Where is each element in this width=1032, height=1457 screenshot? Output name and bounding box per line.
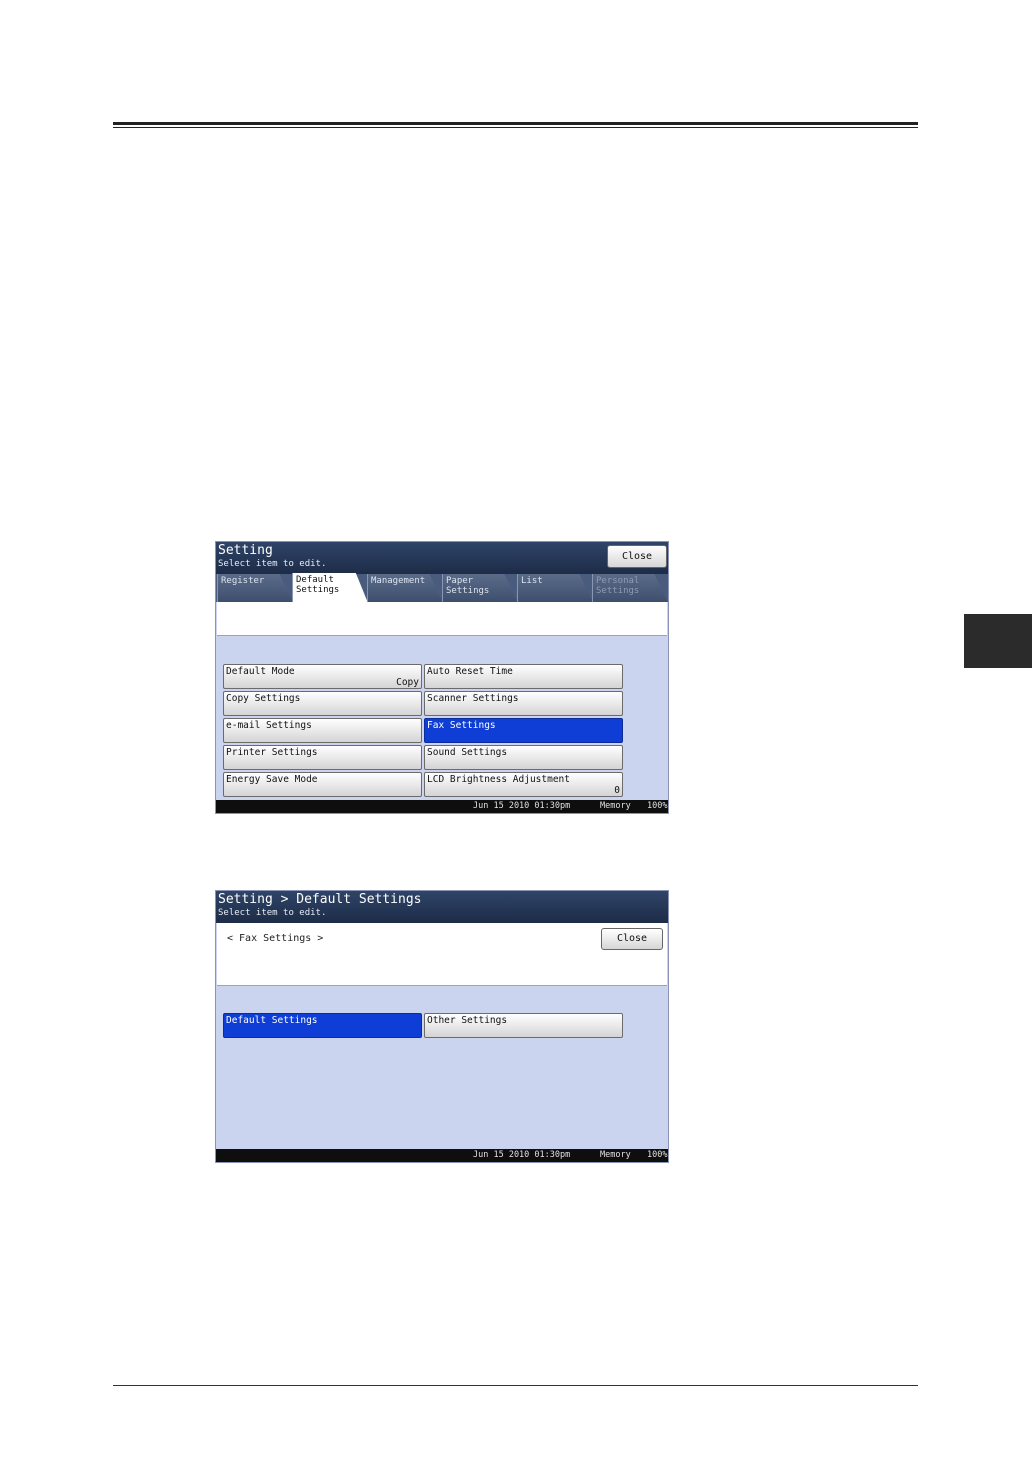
chapter-side-tab [964,614,1032,668]
screen-title: Setting > Default Settings [218,892,422,907]
status-memory-value: 100% [647,801,668,811]
footer-rule [113,1385,918,1386]
item-value: Copy [396,677,419,688]
item-fax-settings[interactable]: Fax Settings [424,718,623,743]
setting-screen: Setting Select item to edit. Close Regis… [215,541,669,814]
item-value: 0 [614,785,620,796]
tab-default-settings[interactable]: Default Settings [292,573,368,603]
item-label: Energy Save Mode [226,774,318,785]
item-sound-settings[interactable]: Sound Settings [424,745,623,770]
tab-list[interactable]: List [517,574,593,602]
item-email-settings[interactable]: e-mail Settings [223,718,422,743]
screen-subtitle: Select item to edit. [218,908,327,918]
item-printer-settings[interactable]: Printer Settings [223,745,422,770]
item-label: Default Mode [226,666,295,677]
status-bar: Jun 15 2010 01:30pm Memory 100% [216,800,668,813]
item-default-settings[interactable]: Default Settings [223,1013,422,1038]
item-lcd-brightness[interactable]: LCD Brightness Adjustment 0 [424,772,623,797]
item-copy-settings[interactable]: Copy Settings [223,691,422,716]
title-bar: Setting > Default Settings Select item t… [216,891,668,923]
item-auto-reset-time[interactable]: Auto Reset Time [424,664,623,689]
header-rule-thin [113,127,918,128]
item-label: Other Settings [427,1015,508,1026]
status-memory-value: 100% [647,1150,668,1160]
item-label: Fax Settings [427,720,496,731]
breadcrumb: < Fax Settings > [227,933,324,944]
item-label: Default Settings [226,1015,318,1026]
status-datetime: Jun 15 2010 01:30pm [473,801,571,811]
close-button[interactable]: Close [607,545,667,568]
item-label: LCD Brightness Adjustment [427,774,570,785]
item-default-mode[interactable]: Default Mode Copy [223,664,422,689]
item-label: Scanner Settings [427,693,519,704]
item-label: Auto Reset Time [427,666,513,677]
item-label: Copy Settings [226,693,301,704]
screen-title: Setting [218,543,273,558]
tab-personal-settings: Personal Settings [592,574,668,602]
tab-paper-settings[interactable]: Paper Settings [442,574,518,602]
close-button[interactable]: Close [601,928,663,950]
info-panel [217,602,667,636]
item-label: e-mail Settings [226,720,312,731]
status-memory-label: Memory [600,801,631,811]
tab-register[interactable]: Register [217,574,293,602]
item-scanner-settings[interactable]: Scanner Settings [424,691,623,716]
header-rule-thick [113,122,918,125]
item-label: Printer Settings [226,747,318,758]
info-panel: < Fax Settings > [217,923,667,986]
status-memory-label: Memory [600,1150,631,1160]
default-settings-screen: Setting > Default Settings Select item t… [215,890,669,1163]
status-datetime: Jun 15 2010 01:30pm [473,1150,571,1160]
item-other-settings[interactable]: Other Settings [424,1013,623,1038]
title-bar: Setting Select item to edit. [216,542,668,574]
item-label: Sound Settings [427,747,508,758]
tab-management[interactable]: Management [367,574,443,602]
tab-bar: Register Default Settings Management Pap… [216,573,668,603]
status-bar: Jun 15 2010 01:30pm Memory 100% [216,1149,668,1162]
screen-subtitle: Select item to edit. [218,559,327,569]
item-energy-save-mode[interactable]: Energy Save Mode [223,772,422,797]
